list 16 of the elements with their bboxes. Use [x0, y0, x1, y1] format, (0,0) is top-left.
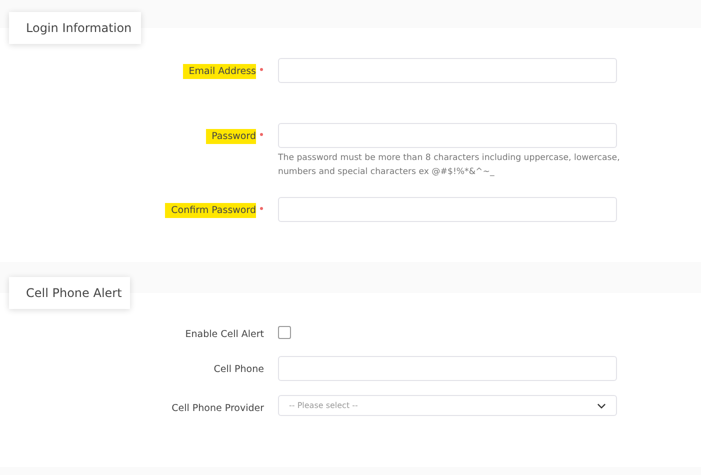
- field-label: Enable Cell Alert: [184, 328, 264, 342]
- field-label: Confirm Password: [165, 203, 264, 218]
- caret-icon: [597, 402, 606, 408]
- input-field[interactable]: [278, 356, 617, 381]
- checkbox[interactable]: [278, 326, 291, 339]
- provider-select[interactable]: -- Please select --: [278, 395, 617, 416]
- field-label: Cell Phone Provider: [170, 402, 264, 416]
- input-field[interactable]: [278, 123, 617, 148]
- hint-text: The password must be more than 8 characters including uppercase, lowercase, numbers and special characters ex @#$!%*&^~_: [278, 152, 621, 179]
- input-field[interactable]: [278, 197, 617, 222]
- section-title: Login Information: [9, 12, 141, 44]
- section-title: Cell Phone Alert: [9, 277, 130, 309]
- field-label: Password: [206, 129, 264, 144]
- input-field[interactable]: [278, 58, 617, 83]
- field-label: Cell Phone: [212, 363, 264, 377]
- field-label: Email Address: [182, 64, 264, 79]
